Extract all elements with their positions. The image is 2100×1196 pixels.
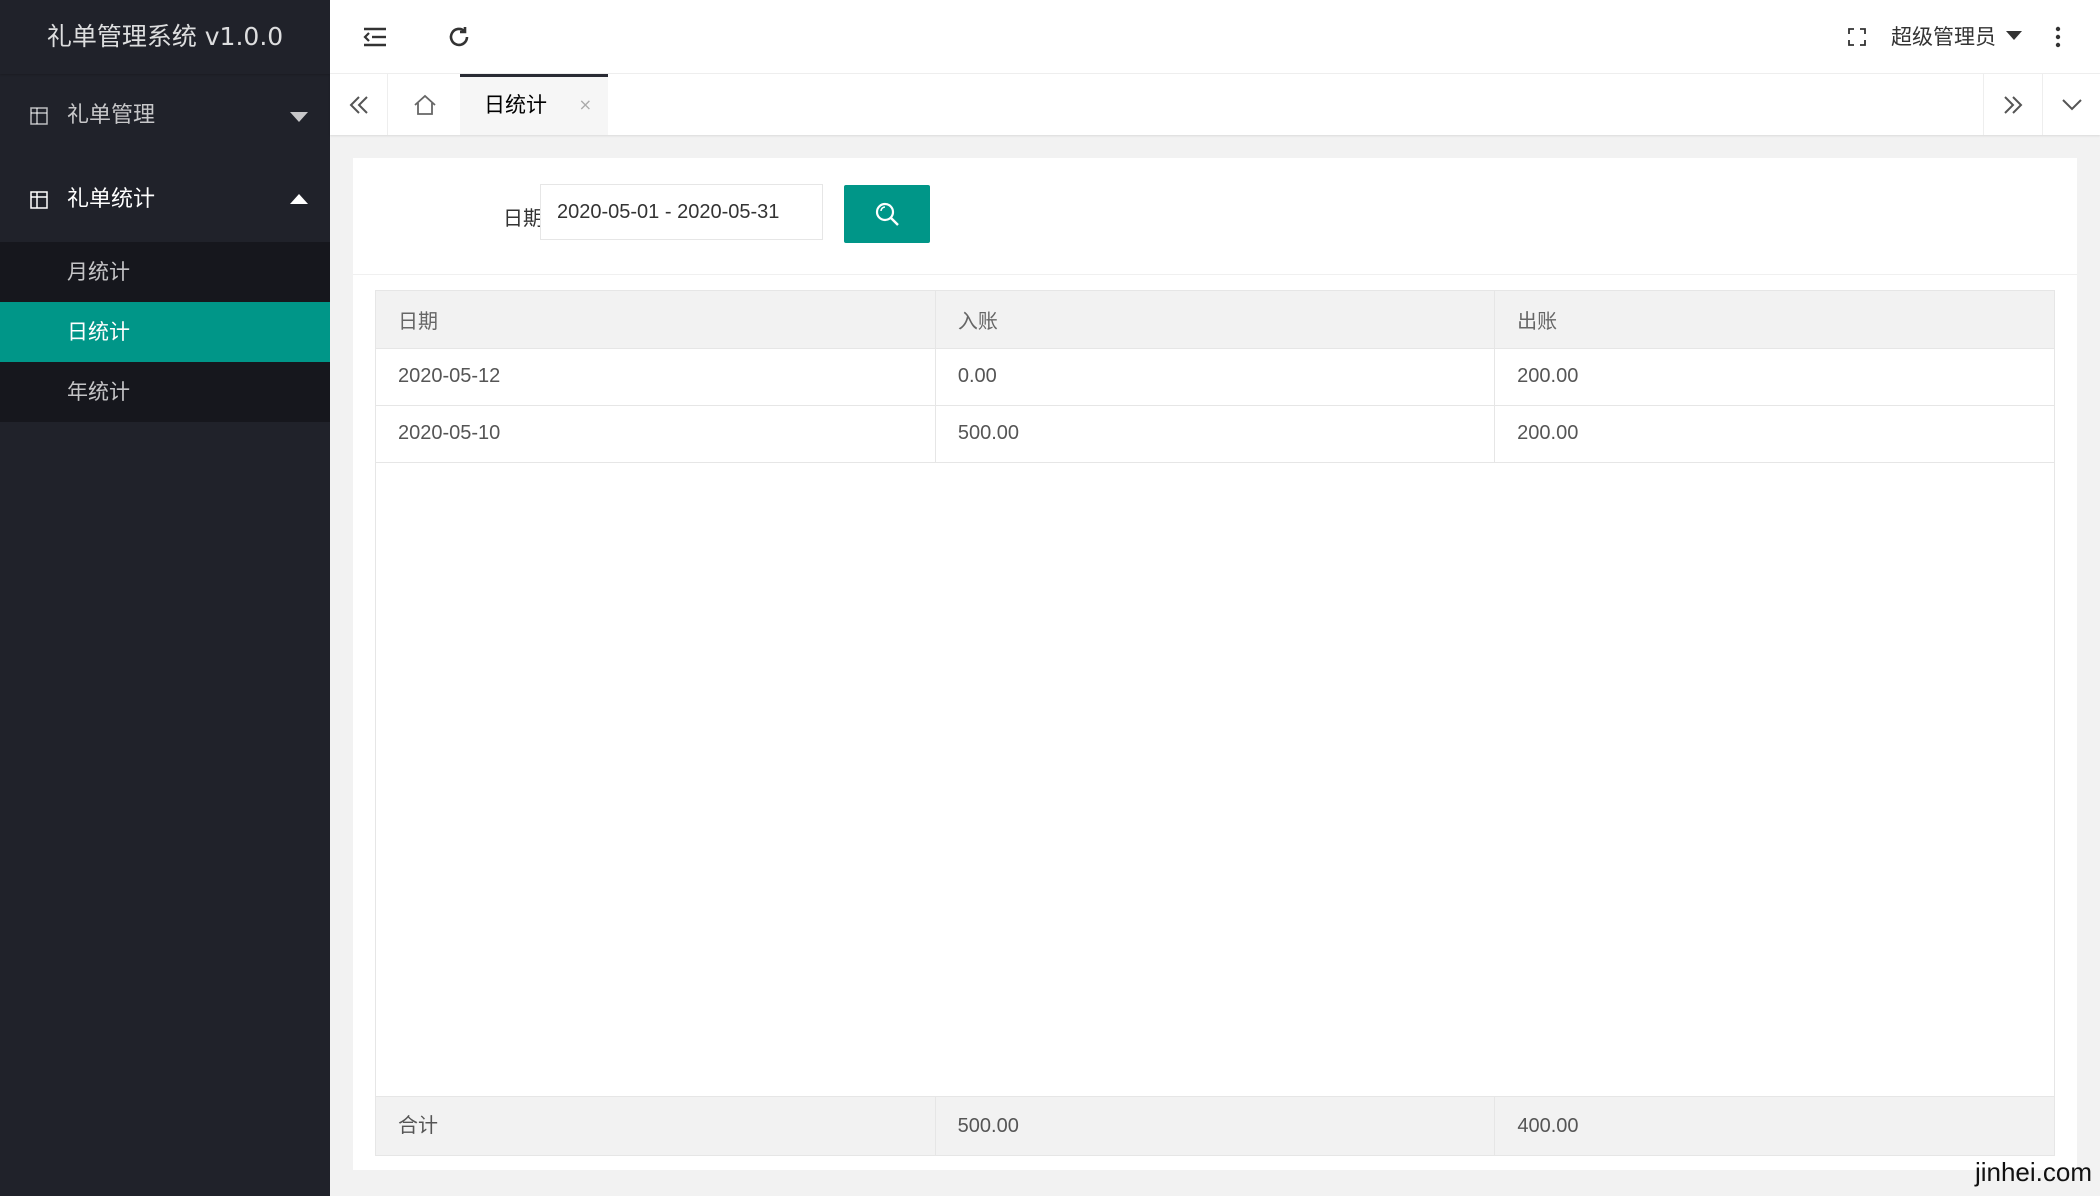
content-card: 日期 日期 入账 出账 2020-05-12 0.00 [353,158,2077,1170]
sidebar-item-yearly-stats[interactable]: 年统计 [0,362,330,422]
date-label: 日期 [503,206,543,230]
fullscreen-button[interactable] [1825,0,1889,74]
cell-expense: 200.00 [1494,348,2054,406]
nav-group-label: 礼单管理 [67,103,156,128]
column-header-expense[interactable]: 出账 [1494,291,2054,349]
double-chevron-right-icon [2003,95,2022,114]
menu-fold-icon [363,27,386,47]
nav-group-gift-management[interactable]: 礼单管理 [0,74,330,158]
more-vertical-icon [2055,26,2061,48]
caret-down-icon [290,112,308,122]
total-expense: 400.00 [1517,1115,1579,1137]
tab-label: 日统计 [484,93,547,117]
filter-form: 日期 [353,158,2077,275]
date-range-input[interactable] [540,184,823,240]
cell-date: 2020-05-12 [376,348,936,406]
total-label: 合计 [376,1097,936,1155]
table-header-row: 日期 入账 出账 [376,291,2054,349]
cell-income: 0.00 [935,348,1496,406]
search-button[interactable] [844,185,930,243]
refresh-icon [449,27,469,47]
cell-expense: 200.00 [1494,405,2054,463]
tab-daily-stats[interactable]: 日统计 × [460,74,608,135]
double-chevron-left-icon [349,95,368,114]
caret-up-icon [290,194,308,204]
tab-scroll-left-button[interactable] [330,74,388,135]
nav-group-label: 礼单统计 [67,187,156,212]
sidebar-item-daily-stats[interactable]: 日统计 [0,302,330,362]
cell-income: 500.00 [935,405,1496,463]
tab-scroll-right-button[interactable] [1983,74,2041,135]
table-row[interactable]: 2020-05-10 500.00 200.00 [376,405,2054,463]
user-menu[interactable]: 超级管理员 [1891,0,2022,74]
table-row[interactable]: 2020-05-12 0.00 200.00 [376,348,2054,406]
sidebar: 礼单管理系统 v1.0.0 礼单管理 礼单统计 月统计 日统计 年统计 [0,0,330,1196]
stats-table: 日期 入账 出账 2020-05-12 0.00 200.00 2020-05-… [375,290,2055,1156]
tab-bar: 日统计 × [330,74,2100,135]
table-icon [30,107,48,125]
nav-submenu: 月统计 日统计 年统计 [0,242,330,422]
total-income: 500.00 [936,1097,1496,1155]
more-button[interactable] [2026,0,2090,74]
home-icon [413,94,436,115]
collapse-sidebar-button[interactable] [343,0,407,74]
caret-down-icon [2006,31,2022,40]
tab-options-button[interactable] [2042,74,2100,135]
close-icon[interactable]: × [579,77,592,133]
nav-group-gift-stats[interactable]: 礼单统计 [0,158,330,242]
column-header-date[interactable]: 日期 [376,291,936,349]
fullscreen-icon [1848,28,1866,46]
refresh-button[interactable] [427,0,491,74]
chevron-down-icon [2061,98,2082,110]
cell-date: 2020-05-10 [376,405,936,463]
table-total-row: 合计 500.00 400.00 [376,1096,2054,1155]
top-header: 超级管理员 [330,0,2100,74]
home-tab[interactable] [389,74,460,135]
table-icon [30,191,48,209]
watermark: jinhei.com [1974,1157,2092,1187]
search-icon [875,202,899,226]
user-name: 超级管理员 [1891,25,1996,49]
app-title: 礼单管理系统 v1.0.0 [0,0,330,74]
column-header-income[interactable]: 入账 [935,291,1496,349]
sidebar-item-monthly-stats[interactable]: 月统计 [0,242,330,302]
